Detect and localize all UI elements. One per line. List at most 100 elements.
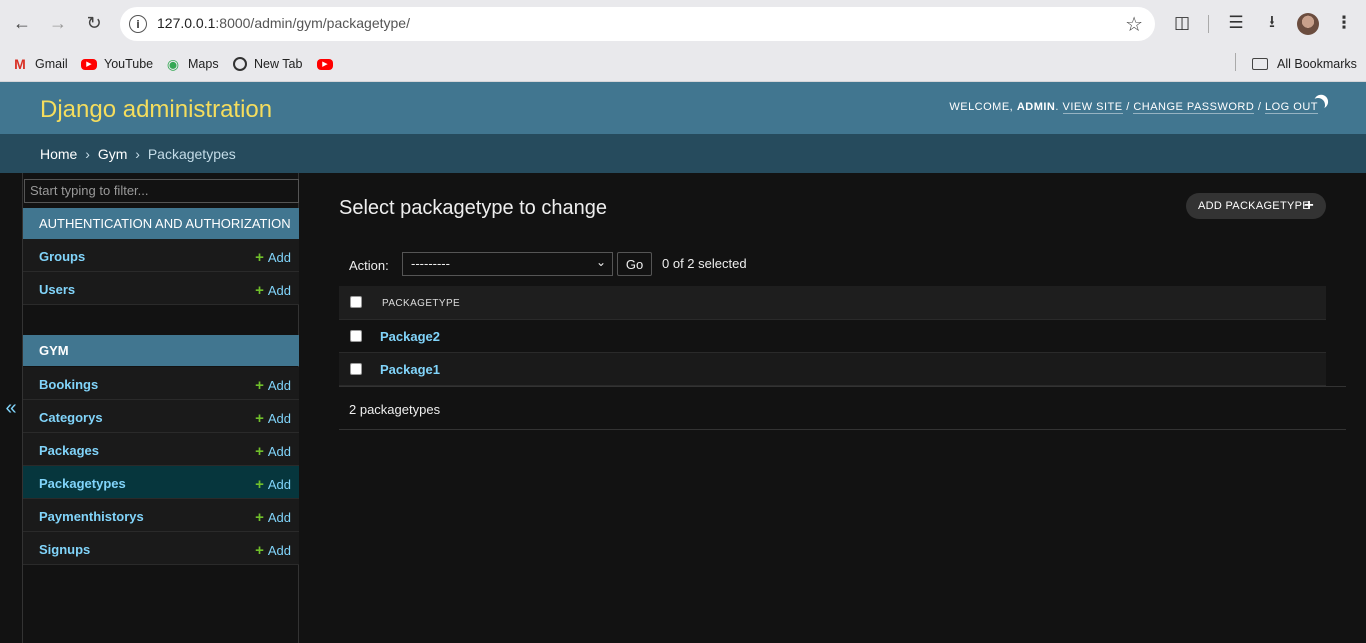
breadcrumb-home[interactable]: Home (40, 146, 77, 162)
sidebar-item-groups[interactable]: Groups + Add (23, 239, 299, 272)
add-link[interactable]: + Add (255, 377, 291, 394)
site-name[interactable]: Django administration (40, 96, 272, 124)
model-link[interactable]: Groups (39, 249, 85, 264)
sidebar-item-users[interactable]: Users + Add (23, 272, 299, 305)
add-label: Add (267, 378, 291, 393)
sidebar-item-bookings[interactable]: Bookings + Add (23, 367, 299, 400)
bookmark-gmail[interactable]: M Gmail (12, 53, 68, 75)
sidebar-item-signups[interactable]: Signups + Add (23, 532, 299, 565)
add-button-label: ADD PACKAGETYPE (1198, 200, 1310, 212)
model-link[interactable]: Categorys (39, 410, 103, 425)
plus-icon: + (255, 509, 264, 526)
app-caption-gym[interactable]: Gym (23, 335, 299, 366)
result-count: 2 packagetypes (349, 402, 441, 417)
change-password-link[interactable]: Change password (1133, 101, 1255, 114)
bookmark-label: YouTube (104, 57, 154, 71)
model-link[interactable]: Packages (39, 443, 99, 458)
youtube-icon: ▶ (317, 58, 333, 70)
add-link[interactable]: + Add (255, 476, 291, 493)
gmail-icon: M (14, 56, 26, 72)
chevron-down-icon: ⌄ (595, 255, 606, 269)
kebab-menu-icon[interactable]: ⋮ (1333, 12, 1355, 34)
reload-icon[interactable]: ↻ (82, 11, 106, 35)
model-link[interactable]: Bookings (39, 377, 98, 392)
all-bookmarks-button[interactable]: All Bookmarks (1252, 53, 1357, 75)
maps-icon: ◉ (166, 55, 180, 72)
extensions-icon[interactable]: ◫ (1171, 12, 1193, 34)
address-bar[interactable]: i 127.0.0.1:8000/admin/gym/packagetype/ … (120, 7, 1155, 41)
model-link[interactable]: Users (39, 282, 75, 297)
bookmark-label: New Tab (254, 57, 303, 71)
action-select[interactable]: --------- ⌄ (402, 252, 613, 276)
row-link[interactable]: Package1 (380, 362, 440, 377)
plus-icon: + (255, 249, 264, 266)
plus-icon: + (255, 476, 264, 493)
bookmark-star-icon[interactable]: ☆ (1125, 12, 1143, 37)
bookmark-youtube-2[interactable]: ▶ (317, 53, 340, 75)
sidebar-item-categorys[interactable]: Categorys + Add (23, 400, 299, 433)
add-label: Add (267, 477, 291, 492)
action-label: Action: (349, 258, 389, 273)
profile-avatar[interactable] (1297, 13, 1319, 35)
nav-filter-input[interactable]: Start typing to filter... (24, 179, 299, 203)
sidebar-item-packagetypes[interactable]: Packagetypes + Add (23, 466, 299, 499)
add-label: Add (267, 510, 291, 525)
chrome-icon (233, 57, 247, 71)
page-title: Select packagetype to change (339, 197, 607, 219)
row-checkbox[interactable] (350, 363, 362, 375)
sidebar-item-paymenthistorys[interactable]: Paymenthistorys + Add (23, 499, 299, 532)
plus-icon: + (255, 282, 264, 299)
row-checkbox[interactable] (350, 330, 362, 342)
model-link[interactable]: Paymenthistorys (39, 509, 144, 524)
bookmark-label: Gmail (35, 57, 68, 71)
model-link[interactable]: Packagetypes (39, 476, 126, 491)
row-link[interactable]: Package2 (380, 329, 440, 344)
add-label: Add (267, 411, 291, 426)
go-button[interactable]: Go (617, 252, 652, 276)
add-link[interactable]: + Add (255, 249, 291, 266)
user-tools: Welcome, admin. View site / Change passw… (949, 101, 1318, 114)
bookmarks-divider (1235, 53, 1236, 71)
paginator: 2 packagetypes (339, 386, 1346, 430)
plus-icon: + (255, 410, 264, 427)
bookmark-label: Maps (188, 57, 219, 71)
bookmark-youtube[interactable]: ▶ YouTube (81, 53, 153, 75)
actions-bar: Action: --------- ⌄ Go 0 of 2 selected (339, 244, 1326, 284)
breadcrumb-app[interactable]: Gym (98, 146, 128, 162)
result-table: PACKAGETYPE Package2 Package1 (339, 286, 1326, 386)
nav-sidebar: Start typing to filter... Authentication… (22, 173, 299, 643)
breadcrumb-current: Packagetypes (147, 146, 236, 162)
sidebar-collapse-toggle[interactable]: « (0, 173, 22, 643)
download-icon[interactable]: ⭳ (1261, 12, 1283, 34)
app-caption-auth[interactable]: Authentication and Authorization (23, 208, 299, 239)
url-text[interactable]: 127.0.0.1:8000/admin/gym/packagetype/ (157, 15, 410, 31)
add-link[interactable]: + Add (255, 410, 291, 427)
add-link[interactable]: + Add (255, 443, 291, 460)
table-header: PACKAGETYPE (339, 286, 1326, 320)
add-link[interactable]: + Add (255, 509, 291, 526)
back-arrow-icon[interactable]: ← (10, 11, 34, 35)
add-label: Add (267, 283, 291, 298)
add-packagetype-button[interactable]: ADD PACKAGETYPE + (1186, 193, 1326, 219)
plus-icon: + (255, 377, 264, 394)
sidebar-item-packages[interactable]: Packages + Add (23, 433, 299, 466)
column-header-packagetype[interactable]: PACKAGETYPE (382, 298, 460, 309)
admin-header: Django administration Welcome, admin. Vi… (0, 82, 1366, 134)
user-tools-sep: / (1126, 101, 1130, 113)
model-link[interactable]: Signups (39, 542, 90, 557)
bookmarks-bar: M Gmail ▶ YouTube ◉ Maps New Tab ▶ All Book… (0, 47, 1366, 82)
folder-icon (1252, 58, 1268, 70)
add-link[interactable]: + Add (255, 282, 291, 299)
site-info-icon[interactable]: i (129, 15, 147, 33)
select-all-checkbox[interactable] (350, 296, 362, 308)
add-link[interactable]: + Add (255, 542, 291, 559)
view-site-link[interactable]: View site (1062, 101, 1123, 114)
add-label: Add (267, 444, 291, 459)
add-label: Add (267, 250, 291, 265)
add-label: Add (267, 543, 291, 558)
media-control-icon[interactable]: ☰ (1225, 12, 1247, 34)
plus-icon: + (255, 542, 264, 559)
bookmark-maps[interactable]: ◉ Maps (165, 53, 219, 75)
forward-arrow-icon[interactable]: → (46, 11, 70, 35)
bookmark-new-tab[interactable]: New Tab (233, 53, 302, 75)
